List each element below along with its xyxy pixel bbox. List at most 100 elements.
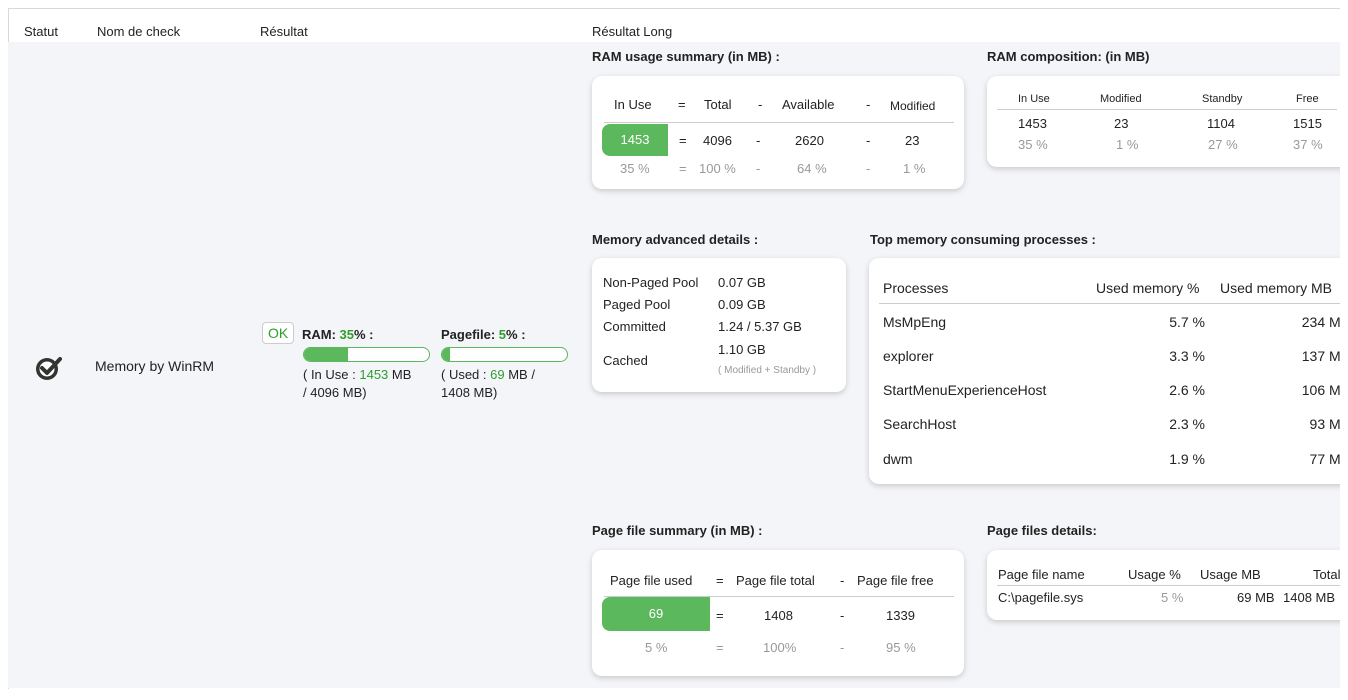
check-name: Memory by WinRM xyxy=(95,358,215,374)
advanced-cached-label: Cached xyxy=(603,353,648,368)
ram-summary-h-minus2: - xyxy=(866,97,871,112)
ram-summary-p-modified: 1 % xyxy=(903,161,926,176)
ram-composition-h-standby: Standby xyxy=(1202,93,1243,105)
advanced-title: Memory advanced details : xyxy=(592,232,759,247)
process-used-mb: 234 MB xyxy=(1301,314,1348,330)
ram-composition-v-standby: 1104 xyxy=(1207,116,1235,131)
top-processes-h-pct: Used memory % xyxy=(1096,280,1200,296)
ram-summary-p-inuse: 35 % xyxy=(620,161,650,176)
pagefile-details-v-total: 1408 MB xyxy=(1283,590,1336,605)
ram-inuse-value: 1453 xyxy=(602,124,668,156)
ram-label: RAM: 35% : xyxy=(302,327,374,342)
pagefile-summary-p-free: 95 % xyxy=(886,640,916,655)
ram-progress-bar xyxy=(303,347,430,362)
pagefile-used-value: 69 xyxy=(602,597,710,631)
pagefile-summary-v-total: 1408 xyxy=(764,608,793,623)
pagefile-details-h-name: Page file name xyxy=(998,567,1085,582)
pagefile-details-v-pct: 5 % xyxy=(1161,590,1184,605)
divider xyxy=(604,122,954,123)
process-used-pct: 2.3 % xyxy=(1169,416,1205,432)
advanced-nonpaged-value: 0.07 GB xyxy=(718,275,766,290)
ram-composition-p-modified: 1 % xyxy=(1116,137,1139,152)
ram-summary-h-minus1: - xyxy=(758,97,763,112)
pagefile-detail: ( Used : 69 MB / 1408 MB) xyxy=(441,367,535,400)
pagefile-summary-p-minus: - xyxy=(840,640,845,655)
process-name: explorer xyxy=(883,348,934,364)
pagefile-summary-h-used: Page file used xyxy=(610,573,693,588)
ram-detail: ( In Use : 1453 MB / 4096 MB) xyxy=(303,367,412,400)
pagefile-summary-v-free: 1339 xyxy=(886,608,915,623)
divider xyxy=(879,303,1348,304)
pagefile-details-h-mb: Usage MB xyxy=(1200,567,1261,582)
top-processes-title: Top memory consuming processes : xyxy=(870,232,1096,247)
top-processes-h-mb: Used memory MB xyxy=(1220,280,1333,296)
ram-summary-v-eq: = xyxy=(679,133,687,148)
ram-composition-h-inuse: In Use xyxy=(1018,93,1050,105)
ram-composition-p-free: 37 % xyxy=(1293,137,1323,152)
advanced-cached-note: ( Modified + Standby ) xyxy=(718,365,817,376)
pagefile-details-h-total: Total xyxy=(1313,567,1341,582)
pagefile-summary-h-free: Page file free xyxy=(857,573,934,588)
header-statut: Statut xyxy=(24,24,58,39)
pagefile-summary-p-total: 100% xyxy=(763,640,797,655)
process-used-mb: 106 MB xyxy=(1301,382,1348,398)
ram-composition-v-modified: 23 xyxy=(1114,116,1129,131)
advanced-committed-value: 1.24 / 5.37 GB xyxy=(718,319,802,334)
process-used-pct: 2.6 % xyxy=(1169,382,1205,398)
process-name: MsMpEng xyxy=(883,314,947,330)
pagefile-summary-v-minus: - xyxy=(840,608,845,623)
process-name: dwm xyxy=(883,451,913,467)
status-badge: OK xyxy=(262,322,295,344)
advanced-cached-value: 1.10 GB xyxy=(718,342,766,357)
pagefile-summary-title: Page file summary (in MB) : xyxy=(592,523,763,538)
header-resultat: Résultat xyxy=(260,24,308,39)
ram-summary-h-inuse: In Use xyxy=(614,97,652,112)
ram-summary-p-minus1: - xyxy=(756,161,761,176)
ram-summary-v-minus1: - xyxy=(756,133,761,148)
process-used-pct: 3.3 % xyxy=(1169,348,1205,364)
divider xyxy=(997,109,1337,110)
pagefile-details-h-pct: Usage % xyxy=(1128,567,1181,582)
process-used-mb: 77 MB xyxy=(1309,451,1348,467)
pagefile-details-v-mb: 69 MB xyxy=(1237,590,1275,605)
process-name: SearchHost xyxy=(883,416,957,432)
process-used-pct: 1.9 % xyxy=(1169,451,1205,467)
pagefile-progress-bar xyxy=(441,347,568,362)
ram-composition-v-inuse: 1453 xyxy=(1018,116,1047,131)
ram-summary-p-minus2: - xyxy=(866,161,871,176)
pagefile-label: Pagefile: 5% : xyxy=(441,327,526,342)
ram-composition-h-modified: Modified xyxy=(1100,93,1142,105)
pagefile-summary-h-minus: - xyxy=(840,573,845,588)
process-used-pct: 5.7 % xyxy=(1169,314,1205,330)
advanced-paged-label: Paged Pool xyxy=(603,297,671,312)
process-name: StartMenuExperienceHost xyxy=(883,382,1047,398)
ram-composition-v-free: 1515 xyxy=(1293,116,1322,131)
ram-composition-h-free: Free xyxy=(1296,93,1319,105)
pagefile-summary-h-eq: = xyxy=(716,573,724,588)
page-edge xyxy=(1340,0,1348,700)
ram-summary-p-total: 100 % xyxy=(699,161,736,176)
advanced-nonpaged-label: Non-Paged Pool xyxy=(603,275,699,290)
top-processes-h-name: Processes xyxy=(883,280,949,296)
pagefile-details-title: Page files details: xyxy=(987,523,1097,538)
ram-summary-h-modified: Modified xyxy=(890,99,936,113)
header-nom: Nom de check xyxy=(97,24,181,39)
ram-summary-p-eq: = xyxy=(679,161,687,176)
process-used-mb: 93 MB xyxy=(1309,416,1348,432)
header-resultat-long: Résultat Long xyxy=(592,24,673,39)
advanced-paged-value: 0.09 GB xyxy=(718,297,766,312)
ram-composition-p-standby: 27 % xyxy=(1208,137,1238,152)
ram-summary-title: RAM usage summary (in MB) : xyxy=(592,49,780,64)
pagefile-summary-p-eq: = xyxy=(716,640,724,655)
check-circle-icon xyxy=(34,353,64,383)
pagefile-summary-v-eq: = xyxy=(716,608,724,623)
divider xyxy=(997,585,1347,586)
process-used-mb: 137 MB xyxy=(1301,348,1348,364)
pagefile-details-v-name: C:\pagefile.sys xyxy=(998,590,1084,605)
advanced-committed-label: Committed xyxy=(603,319,666,334)
pagefile-summary-h-total: Page file total xyxy=(736,573,815,588)
ram-summary-h-available: Available xyxy=(782,97,835,112)
ram-summary-h-total: Total xyxy=(704,97,732,112)
ram-composition-title: RAM composition: (in MB) xyxy=(987,49,1150,64)
ram-composition-p-inuse: 35 % xyxy=(1018,137,1048,152)
